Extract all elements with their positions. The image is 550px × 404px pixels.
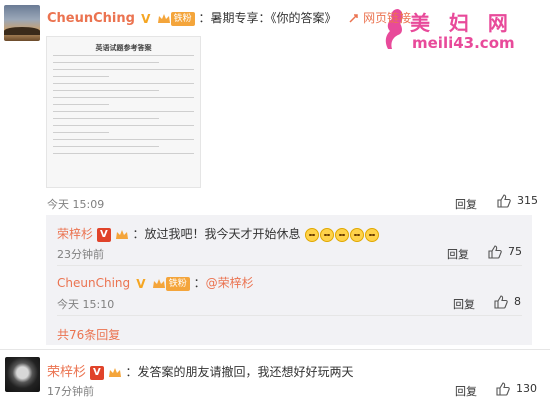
verified-v-icon: V xyxy=(96,227,111,242)
crown-badge-icon xyxy=(108,366,122,380)
reply-header: CheunChing V 铁粉 ：@荣梓杉 xyxy=(57,274,254,291)
crown-badge-icon xyxy=(157,12,171,26)
separator: ： xyxy=(193,276,206,290)
answer-image[interactable]: 英语试题参考答案 xyxy=(46,36,201,188)
separator: ： xyxy=(132,227,145,241)
thumb-up-icon xyxy=(497,194,511,208)
like-button[interactable]: 8 xyxy=(494,295,521,309)
like-button[interactable]: 75 xyxy=(488,245,522,259)
crying-emoji-icon xyxy=(305,227,320,242)
web-link-label: 网页链接 xyxy=(363,11,412,25)
image-title: 英语试题参考答案 xyxy=(95,44,152,52)
divider xyxy=(57,315,522,316)
comment-text: 发答案的朋友请撤回，我还想好好玩两天 xyxy=(137,365,354,379)
crown-badge-icon xyxy=(115,228,129,242)
like-count: 75 xyxy=(508,245,522,258)
reply-header: 荣梓杉 V ：放过我吧！我今天才开始休息 xyxy=(57,225,380,242)
like-button[interactable]: 315 xyxy=(497,194,538,208)
verified-v-icon: V xyxy=(89,365,104,380)
crying-emoji-icon xyxy=(335,227,350,242)
image-content xyxy=(53,55,194,181)
reply-author[interactable]: CheunChing xyxy=(57,276,130,290)
reply-button[interactable]: 回复 xyxy=(447,246,469,262)
verified-v-icon: V xyxy=(136,276,146,291)
author-name[interactable]: 荣梓杉 xyxy=(47,365,86,380)
reply-text: 放过我吧！我今天才开始休息 xyxy=(144,227,301,241)
fan-badge: 铁粉 xyxy=(170,11,195,26)
comment-header: 荣梓杉 V ：发答案的朋友请撤回，我还想好好玩两天 xyxy=(47,361,354,380)
comment-header: CheunChing V 铁粉 ：暑期专享：《你的答案》 网页链接 xyxy=(47,9,411,26)
comment-text: 暑期专享：《你的答案》 xyxy=(210,11,337,25)
link-icon xyxy=(349,14,359,23)
reply-button[interactable]: 回复 xyxy=(455,383,477,399)
reply-button[interactable]: 回复 xyxy=(453,296,475,312)
web-link[interactable]: 网页链接 xyxy=(348,11,411,25)
crown-badge-icon xyxy=(152,277,166,291)
avatar[interactable] xyxy=(4,5,40,41)
reply-button[interactable]: 回复 xyxy=(455,196,477,212)
divider xyxy=(0,349,550,350)
comment-time: 17分钟前 xyxy=(47,385,94,398)
like-count: 130 xyxy=(516,382,537,395)
crying-emoji-icon xyxy=(320,227,335,242)
separator: ： xyxy=(125,365,138,379)
like-button[interactable]: 130 xyxy=(496,382,537,396)
divider xyxy=(57,265,522,266)
watermark-url: meili43.com xyxy=(412,34,515,52)
fan-badge: 铁粉 xyxy=(165,276,190,291)
like-count: 8 xyxy=(514,295,521,308)
mention-link[interactable]: @荣梓杉 xyxy=(206,276,254,290)
like-count: 315 xyxy=(517,194,538,207)
verified-v-icon: V xyxy=(141,11,151,26)
crying-emoji-icon xyxy=(365,227,380,242)
thumb-up-icon xyxy=(496,382,510,396)
watermark-title: 美 妇 网 xyxy=(410,11,514,35)
thumb-up-icon xyxy=(494,295,508,309)
thumb-up-icon xyxy=(488,245,502,259)
comment-time: 今天 15:09 xyxy=(47,198,105,211)
reply-time: 今天 15:10 xyxy=(57,298,115,311)
more-replies-link[interactable]: 共76条回复 xyxy=(57,326,120,343)
author-name[interactable]: CheunChing xyxy=(47,11,135,26)
avatar[interactable] xyxy=(5,357,40,392)
crying-emoji-icon xyxy=(350,227,365,242)
separator: ： xyxy=(198,11,211,25)
reply-time: 23分钟前 xyxy=(57,248,104,261)
reply-author[interactable]: 荣梓杉 xyxy=(57,227,93,241)
